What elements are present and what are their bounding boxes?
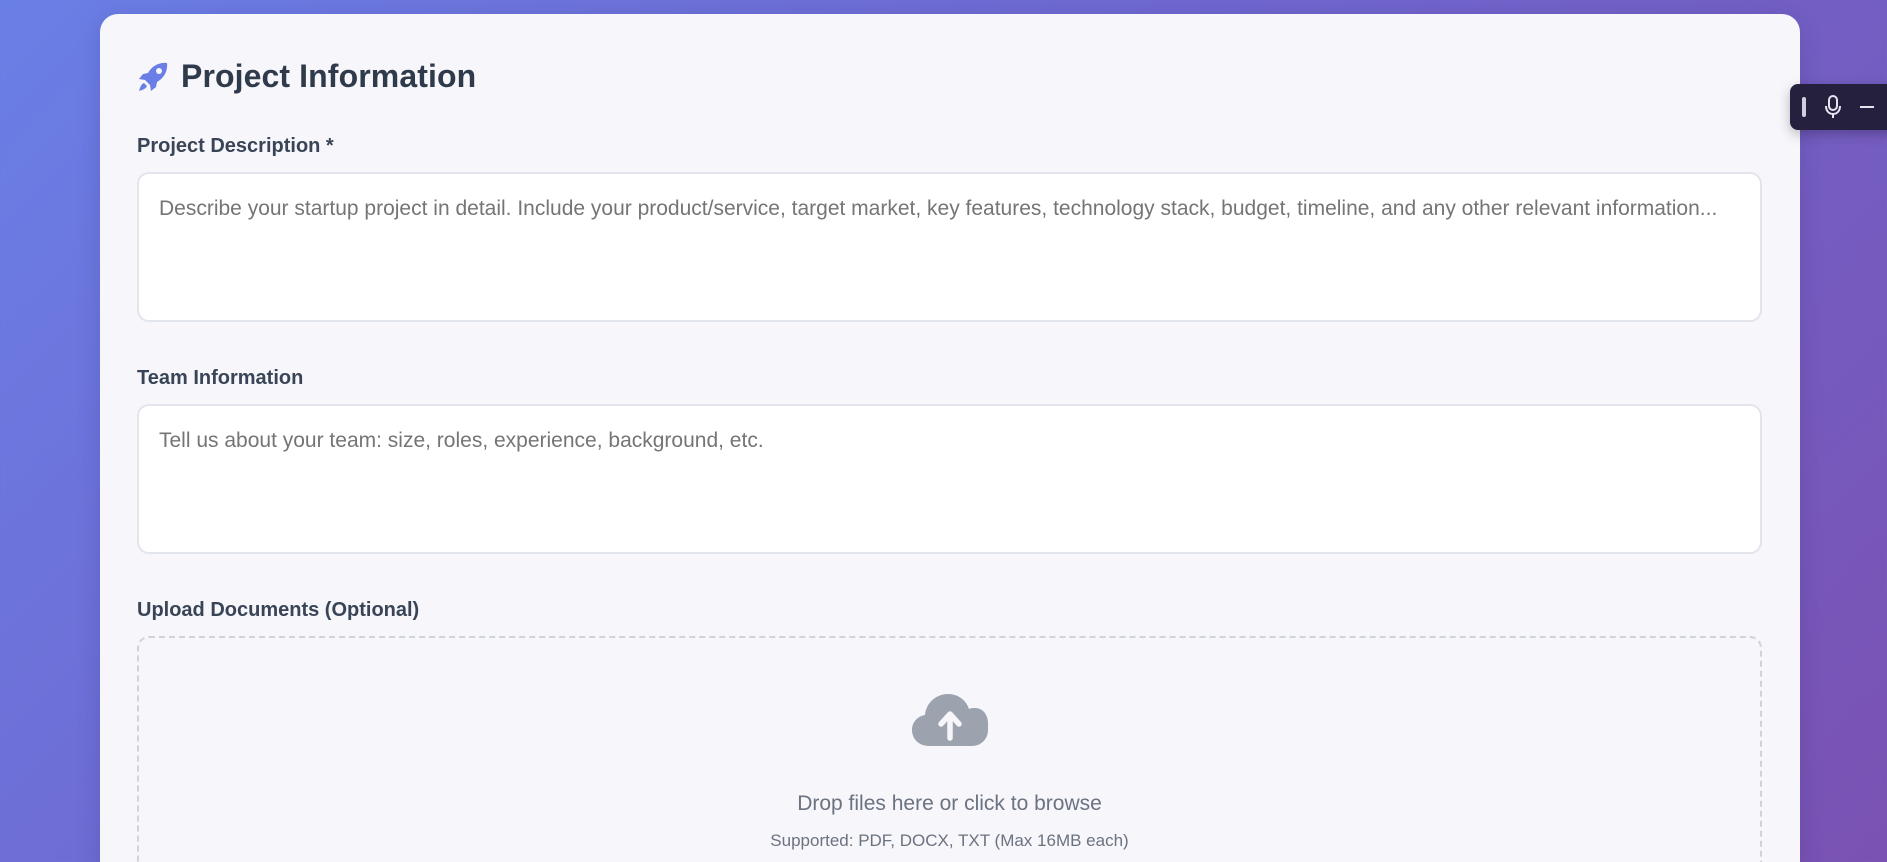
- cloud-upload-icon: [911, 692, 989, 753]
- microphone-icon[interactable]: [1824, 95, 1842, 119]
- rocket-icon: [137, 61, 169, 93]
- team-information-input[interactable]: [137, 404, 1762, 554]
- page-title: Project Information: [181, 58, 477, 94]
- dropzone-main-text: Drop files here or click to browse: [797, 792, 1102, 815]
- dropzone-supported-text: Supported: PDF, DOCX, TXT (Max 16MB each…: [770, 831, 1129, 850]
- project-description-label: Project Description *: [137, 135, 334, 157]
- team-information-label: Team Information: [137, 367, 304, 389]
- more-icon[interactable]: [1860, 105, 1874, 109]
- section-header: Project Information: [137, 58, 476, 95]
- file-dropzone[interactable]: Drop files here or click to browse Suppo…: [137, 636, 1762, 862]
- drag-handle-icon[interactable]: [1802, 97, 1806, 117]
- upload-documents-label: Upload Documents (Optional): [137, 599, 420, 621]
- project-form-card: Project Information Project Description …: [100, 14, 1800, 862]
- project-description-input[interactable]: [137, 172, 1762, 322]
- voice-toolbar: [1790, 84, 1887, 130]
